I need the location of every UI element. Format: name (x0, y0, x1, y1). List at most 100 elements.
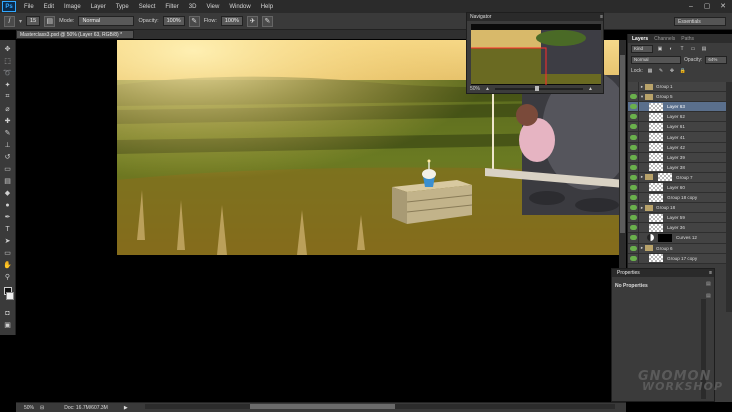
layer-row[interactable]: Group 18 copy (628, 193, 726, 204)
marquee-tool-icon[interactable]: ⬚ (2, 56, 13, 66)
zoom-in-icon[interactable]: ▲ (588, 86, 593, 92)
lock-position-icon[interactable]: ✥ (668, 67, 676, 75)
navigator-title[interactable]: Navigator (470, 14, 491, 20)
brush-panel-icon[interactable]: ▤ (44, 15, 56, 27)
scroll-thumb[interactable] (250, 404, 395, 409)
slider-knob[interactable] (534, 86, 539, 91)
menu-edit[interactable]: Edit (39, 4, 59, 10)
workspace-switcher[interactable]: Essentials (674, 17, 726, 26)
visibility-toggle[interactable] (628, 142, 639, 152)
stamp-tool-icon[interactable]: ⊥ (2, 140, 13, 150)
navigator-zoom-slider[interactable] (494, 86, 583, 91)
blend-mode-select[interactable]: Normal (631, 55, 681, 64)
zoom-out-icon[interactable]: ▲ (485, 86, 490, 92)
expand-icon[interactable]: ▤ (706, 281, 712, 287)
visibility-toggle[interactable] (628, 152, 639, 162)
layer-row-selected[interactable]: Layer 63 (628, 102, 726, 113)
play-icon[interactable]: ▶ (124, 405, 128, 411)
layer-row[interactable]: ▸ Group 6 (628, 243, 726, 254)
background-color-swatch[interactable] (6, 292, 14, 300)
gradient-tool-icon[interactable]: ▤ (2, 176, 13, 186)
navigator-preview[interactable] (471, 24, 601, 90)
menu-file[interactable]: File (19, 4, 39, 10)
screen-mode-icon[interactable]: ▣ (2, 320, 13, 330)
pixel-filter-icon[interactable]: ▣ (656, 45, 664, 53)
panel-menu-icon[interactable]: ≡ (707, 270, 714, 276)
brush-tool-icon[interactable]: / (4, 15, 15, 27)
pressure-size-icon[interactable]: ✎ (261, 15, 273, 27)
visibility-toggle[interactable] (628, 193, 639, 203)
menu-type[interactable]: Type (111, 4, 134, 10)
layer-row[interactable]: Layer 61 (628, 122, 726, 133)
expand-icon[interactable]: ▤ (706, 293, 712, 299)
mode-select[interactable]: Normal (78, 16, 135, 26)
visibility-toggle[interactable] (628, 162, 639, 172)
visibility-toggle[interactable] (628, 182, 639, 193)
lasso-tool-icon[interactable]: ➰ (2, 68, 13, 78)
visibility-toggle[interactable] (628, 203, 639, 213)
lock-image-icon[interactable]: ✎ (657, 67, 665, 75)
zoom-tool-icon[interactable]: ⚲ (2, 272, 13, 282)
panel-menu-icon[interactable]: ≡ (600, 14, 603, 20)
visibility-toggle[interactable] (628, 132, 639, 142)
visibility-toggle[interactable] (628, 112, 639, 122)
layer-row[interactable]: Layer 62 (628, 112, 726, 123)
tab-channels[interactable]: Channels (654, 36, 675, 42)
visibility-toggle[interactable] (628, 82, 639, 92)
kind-filter-select[interactable]: Kind (631, 44, 653, 53)
visibility-toggle[interactable] (628, 172, 639, 182)
visibility-toggle[interactable] (628, 213, 639, 223)
visibility-toggle[interactable] (628, 92, 639, 102)
close-icon[interactable]: ✕ (716, 1, 730, 11)
layer-row[interactable]: Layer 36 (628, 223, 726, 234)
visibility-toggle[interactable] (628, 233, 639, 243)
layers-scrollbar[interactable] (726, 82, 732, 312)
healing-tool-icon[interactable]: ✚ (2, 116, 13, 126)
smart-object-filter-icon[interactable]: ▤ (700, 45, 708, 53)
tab-layers[interactable]: Layers (632, 36, 648, 42)
lock-all-icon[interactable]: 🔒 (679, 67, 687, 75)
quick-mask-icon[interactable]: ◘ (2, 308, 13, 318)
minimize-icon[interactable]: – (684, 1, 698, 11)
type-filter-icon[interactable]: T (678, 45, 686, 53)
layer-row[interactable]: Layer 38 (628, 162, 726, 173)
layer-row[interactable]: Layer 41 (628, 132, 726, 143)
hand-tool-icon[interactable]: ✋ (2, 260, 13, 270)
lock-transparent-icon[interactable]: ▦ (646, 67, 654, 75)
tab-properties[interactable]: Properties (615, 270, 642, 276)
visibility-toggle[interactable] (628, 223, 639, 233)
move-tool-icon[interactable]: ✥ (2, 44, 13, 54)
eyedropper-tool-icon[interactable]: ⌀ (2, 104, 13, 114)
brush-size-picker[interactable]: 15 (26, 16, 41, 26)
menu-select[interactable]: Select (134, 4, 161, 10)
pressure-opacity-icon[interactable]: ✎ (188, 15, 200, 27)
layer-row[interactable]: ▾ Group 5 (628, 92, 726, 103)
layer-row[interactable]: Curves 12 (628, 233, 726, 244)
pen-tool-icon[interactable]: ✒ (2, 212, 13, 222)
history-brush-icon[interactable]: ↺ (2, 152, 13, 162)
shape-filter-icon[interactable]: ▭ (689, 45, 697, 53)
adjustment-filter-icon[interactable]: ◐ (667, 45, 675, 53)
layer-row[interactable]: Layer 42 (628, 142, 726, 153)
visibility-toggle[interactable] (628, 243, 639, 253)
visibility-toggle[interactable] (628, 253, 639, 263)
layer-row[interactable]: ▸ Group 7 (628, 172, 726, 183)
layer-row[interactable]: ▸ Group 18 (628, 203, 726, 214)
zoom-level[interactable]: 50% (24, 405, 34, 411)
visibility-toggle[interactable] (628, 102, 639, 112)
type-tool-icon[interactable]: T (2, 224, 13, 234)
eraser-tool-icon[interactable]: ▭ (2, 164, 13, 174)
document-tab[interactable]: Masterclass3.psd @ 50% (Layer 63, RGB/8)… (16, 30, 134, 39)
layer-row[interactable]: Layer 60 (628, 182, 726, 194)
blur-tool-icon[interactable]: ◆ (2, 188, 13, 198)
flow-field[interactable]: 100% (220, 16, 243, 26)
visibility-toggle[interactable] (628, 122, 639, 132)
menu-3d[interactable]: 3D (184, 4, 202, 10)
shape-tool-icon[interactable]: ▭ (2, 248, 13, 258)
navigator-zoom[interactable]: 50% (470, 86, 480, 92)
menu-filter[interactable]: Filter (160, 4, 183, 10)
dodge-tool-icon[interactable]: ● (2, 200, 13, 210)
horizontal-scrollbar[interactable] (145, 404, 615, 409)
menu-layer[interactable]: Layer (86, 4, 111, 10)
layer-row[interactable]: Layer 59 (628, 213, 726, 224)
